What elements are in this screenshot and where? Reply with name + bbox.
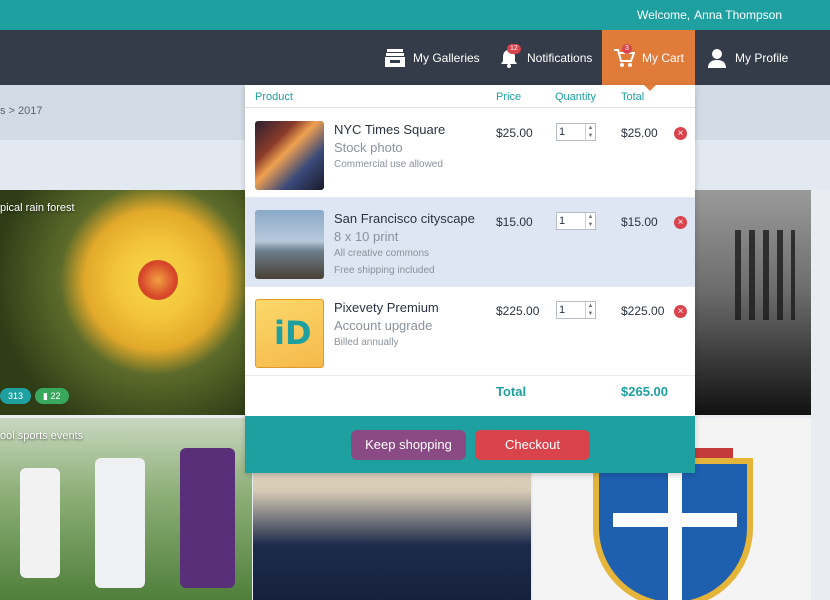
column-total: Total bbox=[621, 91, 645, 103]
checkout-button[interactable]: Checkout bbox=[475, 430, 590, 460]
tile-caption: ool sports events bbox=[0, 430, 84, 442]
line-total: $15.00 bbox=[621, 215, 658, 229]
quantity-stepper[interactable]: 1 ▲ ▼ bbox=[556, 212, 596, 230]
nav-my-cart[interactable]: 3 My Cart bbox=[602, 30, 695, 85]
gallery-tray-icon bbox=[384, 47, 406, 69]
nav-label: Notifications bbox=[527, 50, 593, 65]
cart-total-value: $265.00 bbox=[621, 384, 668, 399]
user-name[interactable]: Anna Thompson bbox=[694, 8, 782, 22]
nav-label: My Galleries bbox=[413, 50, 480, 65]
main-nav: My Galleries 12 Notifications 3 My Cart … bbox=[0, 30, 830, 85]
tile-stats: 313 ▮ 22 bbox=[0, 388, 73, 404]
cart-header-row: Product Price Quantity Total bbox=[245, 85, 695, 108]
line-total: $225.00 bbox=[621, 304, 665, 318]
quantity-stepper[interactable]: 1 ▲ ▼ bbox=[556, 123, 596, 141]
product-name[interactable]: Pixevety Premium bbox=[334, 300, 484, 315]
spin-arrows-icon[interactable]: ▲ ▼ bbox=[585, 302, 595, 318]
product-thumbnail[interactable] bbox=[255, 210, 324, 279]
gallery-tile-soccer[interactable]: ool sports events bbox=[0, 418, 252, 600]
nav-my-galleries[interactable]: My Galleries bbox=[384, 30, 480, 85]
gallery-tile-sign[interactable] bbox=[695, 190, 811, 415]
spin-arrows-icon[interactable]: ▲ ▼ bbox=[585, 124, 595, 140]
bell-icon: 12 bbox=[498, 43, 521, 69]
product-note: Free shipping included bbox=[334, 265, 435, 276]
tile-caption: pical rain forest bbox=[0, 202, 75, 214]
line-total: $25.00 bbox=[621, 126, 658, 140]
cart-dropdown-caret bbox=[644, 85, 656, 91]
pixevety-logo-icon: iD bbox=[274, 314, 312, 352]
cart-total-label: Total bbox=[496, 384, 527, 399]
breadcrumb[interactable]: s > 2017 bbox=[0, 105, 43, 117]
keep-shopping-button[interactable]: Keep shopping bbox=[351, 430, 466, 460]
cart-badge: 3 bbox=[622, 43, 632, 54]
quantity-value: 1 bbox=[559, 215, 566, 227]
video-count: 22 bbox=[50, 391, 61, 401]
video-count-badge: ▮ 22 bbox=[35, 388, 69, 404]
spin-arrows-icon[interactable]: ▲ ▼ bbox=[585, 213, 595, 229]
welcome-text: Welcome, Anna Thompson bbox=[633, 8, 782, 22]
column-quantity: Quantity bbox=[555, 91, 596, 103]
product-name[interactable]: NYC Times Square bbox=[334, 122, 484, 137]
quantity-value: 1 bbox=[559, 126, 566, 138]
crest-cross bbox=[613, 513, 737, 527]
nav-label: My Cart bbox=[642, 50, 684, 65]
player-figure bbox=[95, 458, 145, 588]
top-bar: Welcome, Anna Thompson bbox=[0, 0, 830, 30]
nav-notifications[interactable]: 12 Notifications bbox=[498, 30, 592, 85]
nav-label: My Profile bbox=[735, 50, 789, 65]
cart-icon: 3 bbox=[613, 43, 636, 69]
product-note: Commercial use allowed bbox=[334, 159, 443, 170]
quantity-stepper[interactable]: 1 ▲ ▼ bbox=[556, 301, 596, 319]
cart-item-row: NYC Times Square Stock photo Commercial … bbox=[245, 109, 695, 198]
cart-dropdown: Product Price Quantity Total NYC Times S… bbox=[245, 85, 695, 473]
sign-silhouette bbox=[735, 230, 795, 320]
welcome-label: Welcome, bbox=[637, 8, 691, 22]
product-price: $15.00 bbox=[496, 215, 533, 229]
product-thumbnail[interactable] bbox=[255, 121, 324, 190]
quantity-value: 1 bbox=[559, 304, 566, 316]
cart-item-row: San Francisco cityscape 8 x 10 print All… bbox=[245, 198, 695, 287]
product-subtitle: 8 x 10 print bbox=[334, 229, 399, 244]
notifications-badge: 12 bbox=[507, 43, 521, 54]
product-note: Billed annually bbox=[334, 337, 399, 348]
player-figure bbox=[180, 448, 235, 588]
product-price: $25.00 bbox=[496, 126, 533, 140]
gallery-tile-flower[interactable]: pical rain forest 313 ▮ 22 bbox=[0, 190, 252, 415]
photo-count-badge: 313 bbox=[0, 388, 32, 404]
column-product: Product bbox=[255, 91, 293, 103]
product-price: $225.00 bbox=[496, 304, 540, 318]
product-note: All creative commons bbox=[334, 248, 430, 259]
cart-footer: Keep shopping Checkout bbox=[245, 416, 695, 473]
product-subtitle: Account upgrade bbox=[334, 318, 433, 333]
remove-item-icon[interactable]: × bbox=[674, 216, 687, 229]
player-figure bbox=[20, 468, 60, 578]
column-price: Price bbox=[496, 91, 522, 103]
remove-item-icon[interactable]: × bbox=[674, 127, 687, 140]
remove-item-icon[interactable]: × bbox=[674, 305, 687, 318]
user-icon bbox=[706, 47, 728, 69]
cart-item-row: iD Pixevety Premium Account upgrade Bill… bbox=[245, 287, 695, 376]
product-name[interactable]: San Francisco cityscape bbox=[334, 211, 484, 226]
flower-center bbox=[138, 260, 178, 300]
crest-cross bbox=[668, 468, 682, 600]
product-subtitle: Stock photo bbox=[334, 140, 403, 155]
product-thumbnail[interactable]: iD bbox=[255, 299, 324, 368]
nav-my-profile[interactable]: My Profile bbox=[706, 30, 788, 85]
